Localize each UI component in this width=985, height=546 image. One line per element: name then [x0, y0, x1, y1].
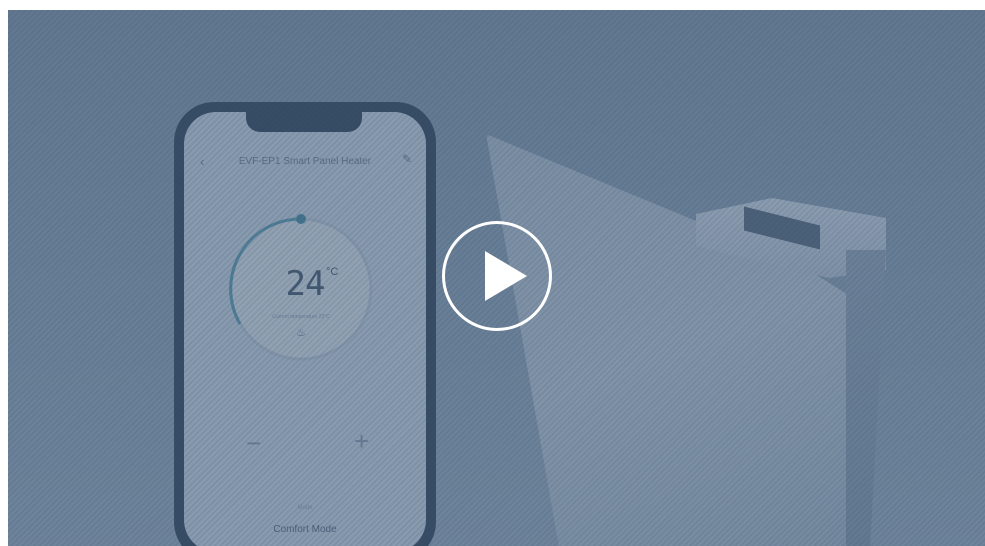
phone-screen: ‹ EVF-EP1 Smart Panel Heater ✎ 24 °C Cur… [184, 112, 426, 546]
video-thumbnail[interactable]: ‹ EVF-EP1 Smart Panel Heater ✎ 24 °C Cur… [8, 10, 985, 546]
app-header: ‹ EVF-EP1 Smart Panel Heater ✎ [184, 152, 426, 174]
heater-side-image [846, 250, 886, 546]
pencil-icon: ✎ [401, 152, 412, 166]
mode-caption: Mode [297, 505, 313, 511]
temperature-value: 24 [285, 264, 326, 304]
app-title: EVF-EP1 Smart Panel Heater [238, 156, 372, 167]
temperature-subtext: Current temperature 22°C [272, 314, 330, 320]
increase-temp-button: + [354, 426, 370, 456]
play-icon [485, 251, 527, 301]
heating-icon: ♨ [296, 327, 306, 339]
mode-label: Comfort Mode [273, 524, 337, 535]
decrease-temp-button: − [246, 428, 262, 458]
heater-panel-image [486, 134, 866, 546]
phone-notch [246, 112, 362, 132]
play-button[interactable] [442, 221, 552, 331]
phone-mockup: ‹ EVF-EP1 Smart Panel Heater ✎ 24 °C Cur… [174, 102, 436, 546]
temperature-unit: °C [326, 266, 339, 278]
